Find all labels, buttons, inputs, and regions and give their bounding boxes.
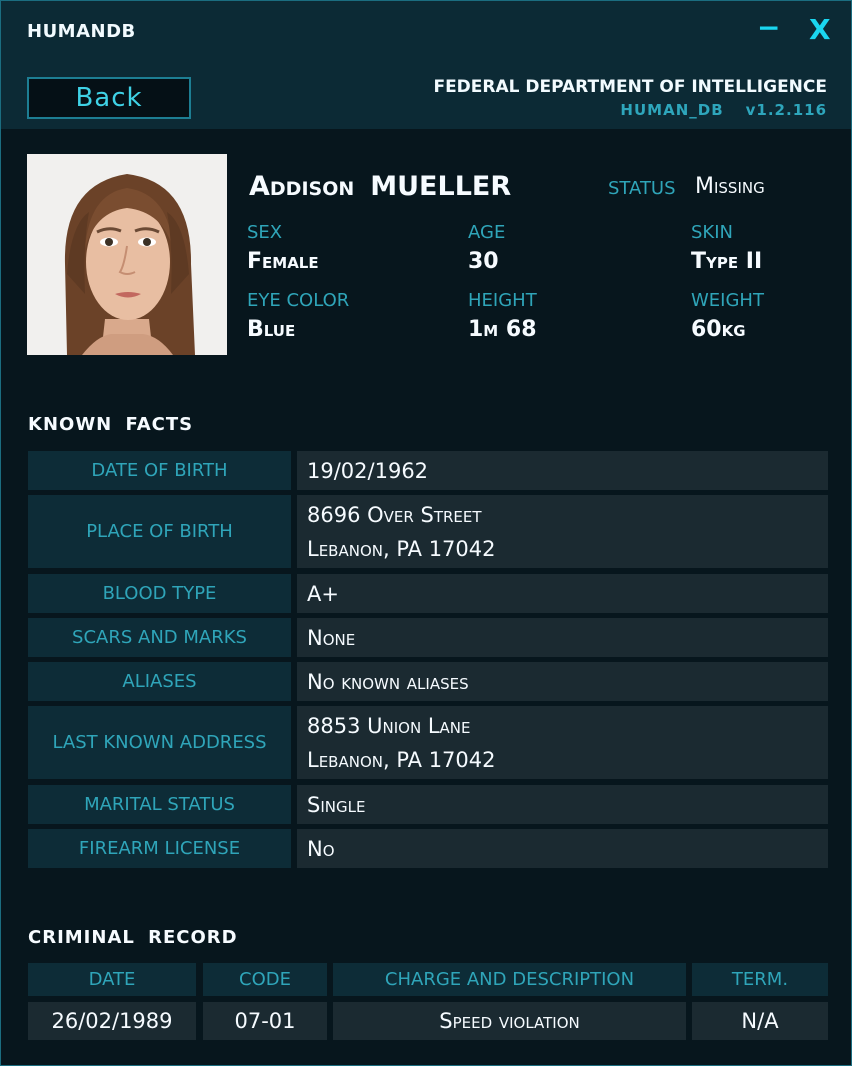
fact-label: BLOOD TYPE [28,574,291,613]
fact-label: PLACE OF BIRTH [28,495,291,568]
fact-value: No known aliases [297,662,828,701]
skin-value: Type II [691,249,763,274]
fact-row-date-of-birth: DATE OF BIRTH 19/02/1962 [28,451,828,490]
header-bar: Back FEDERAL DEPARTMENT OF INTELLIGENCE … [1,63,851,129]
agency-name: FEDERAL DEPARTMENT OF INTELLIGENCE [433,77,827,97]
fact-value: A+ [297,574,828,613]
column-header-code: CODE [203,963,327,996]
fact-value: None [297,618,828,657]
back-button[interactable]: Back [27,77,191,119]
fact-value-line: Lebanon, PA 17042 [307,747,496,772]
subject-photo [27,154,227,355]
title-bar: HUMANDB − X [1,1,851,63]
fact-value: 8696 Over Street Lebanon, PA 17042 [297,495,828,568]
eye-color-label: EYE COLOR [247,290,350,311]
weight-value: 60kg [691,317,746,342]
fact-value: 8853 Union Lane Lebanon, PA 17042 [297,706,828,779]
fact-row-place-of-birth: PLACE OF BIRTH 8696 Over Street Lebanon,… [28,495,828,568]
subject-name: Addison MUELLER [249,171,511,202]
fact-value: 19/02/1962 [297,451,828,490]
fact-label: ALIASES [28,662,291,701]
fact-row-last-known-address: LAST KNOWN ADDRESS 8853 Union Lane Leban… [28,706,828,779]
fact-value-line: None [307,625,356,650]
database-name: HUMAN_DB [620,101,724,119]
known-facts-heading: KNOWN FACTS [28,414,194,435]
skin-label: SKIN [691,222,734,243]
fact-label: DATE OF BIRTH [28,451,291,490]
fact-value: Single [297,785,828,824]
fact-row-scars-and-marks: SCARS AND MARKS None [28,618,828,657]
database-info: HUMAN_DB v1.2.116 [620,101,827,119]
status-label: STATUS [608,178,676,199]
sex-label: SEX [247,222,283,243]
height-value: 1m 68 [468,317,537,342]
age-label: AGE [468,222,506,243]
fact-label: FIREARM LICENSE [28,829,291,868]
record-cell-charge: Speed violation [333,1002,686,1040]
fact-row-marital-status: MARITAL STATUS Single [28,785,828,824]
column-header-charge: CHARGE AND DESCRIPTION [333,963,686,996]
portrait-image [27,154,227,355]
first-name: Addison [249,171,355,202]
version-label: v1.2.116 [745,101,827,119]
weight-label: WEIGHT [691,290,764,311]
fact-label: LAST KNOWN ADDRESS [28,706,291,779]
fact-value-line: No known aliases [307,669,469,694]
column-header-term: TERM. [692,963,828,996]
fact-label: SCARS AND MARKS [28,618,291,657]
close-icon[interactable]: X [809,13,831,46]
height-label: HEIGHT [468,290,537,311]
eye-color-value: Blue [247,317,296,342]
fact-row-aliases: ALIASES No known aliases [28,662,828,701]
minimize-icon[interactable]: − [757,11,780,44]
fact-value-line: 19/02/1962 [307,458,429,483]
fact-row-firearm-license: FIREARM LICENSE No [28,829,828,868]
last-name: MUELLER [370,171,512,202]
fact-value-line: Single [307,792,366,817]
record-cell-date: 26/02/1989 [28,1002,196,1040]
column-header-date: DATE [28,963,196,996]
fact-row-blood-type: BLOOD TYPE A+ [28,574,828,613]
app-title: HUMANDB [27,21,136,42]
status-value: Missing [695,174,765,199]
humandb-window: HUMANDB − X Back FEDERAL DEPARTMENT OF I… [0,0,852,1066]
record-cell-code: 07-01 [203,1002,327,1040]
fact-value-line: 8853 Union Lane [307,713,471,738]
fact-value-line: 8696 Over Street [307,502,482,527]
fact-value: No [297,829,828,868]
criminal-record-heading: CRIMINAL RECORD [28,927,238,948]
fact-value-line: No [307,836,335,861]
fact-label: MARITAL STATUS [28,785,291,824]
record-cell-term: N/A [692,1002,828,1040]
fact-value-line: Lebanon, PA 17042 [307,536,496,561]
sex-value: Female [247,249,319,274]
age-value: 30 [468,249,499,274]
fact-value-line: A+ [307,581,339,606]
